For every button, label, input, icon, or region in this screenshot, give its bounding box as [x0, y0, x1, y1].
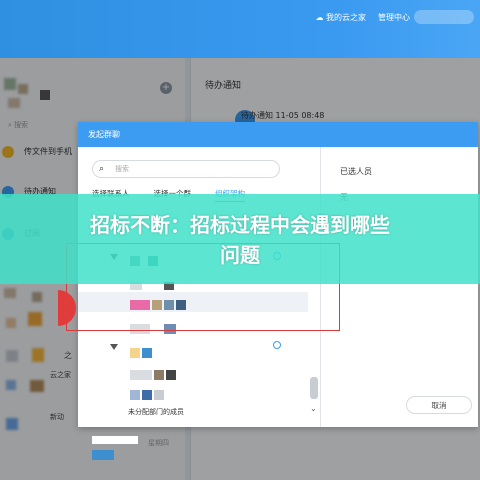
- dialog-search-placeholder: 搜索: [115, 165, 129, 173]
- dialog-title: 发起群聊: [78, 122, 478, 147]
- mosaic-block: [130, 348, 140, 358]
- mosaic-block: [92, 450, 114, 460]
- mosaic-block: [130, 390, 140, 400]
- banner-title: 招标不断：招标过程中会遇到哪些 问题: [30, 210, 450, 270]
- cloud-icon: ☁: [315, 13, 324, 22]
- banner-line-2: 问题: [220, 243, 260, 267]
- mosaic-block: [166, 370, 176, 380]
- mosaic-block: [130, 370, 152, 380]
- cloud-home-label: 我的云之家: [326, 13, 366, 22]
- selected-members-title: 已选人员: [340, 167, 372, 176]
- mosaic-block: [154, 370, 164, 380]
- mosaic-block: [154, 390, 164, 400]
- user-pill[interactable]: [414, 10, 474, 24]
- chevron-down-icon[interactable]: ⌄: [310, 404, 317, 413]
- mosaic-block: [92, 436, 138, 444]
- header-actions: ☁ 我的云之家 管理中心: [315, 12, 410, 23]
- top-bar: ☁ 我的云之家 管理中心: [0, 0, 480, 58]
- mosaic-block: [142, 390, 152, 400]
- tree-scrollbar[interactable]: [310, 377, 318, 399]
- chat-date: 星期四: [148, 439, 169, 447]
- mosaic-block: [142, 348, 152, 358]
- cloud-home-link[interactable]: ☁ 我的云之家: [315, 12, 366, 23]
- select-radio[interactable]: [273, 341, 281, 349]
- search-icon: ⌕: [99, 164, 105, 174]
- admin-center-link[interactable]: 管理中心: [378, 12, 410, 23]
- expand-arrow-icon[interactable]: [110, 344, 118, 350]
- dialog-search-input[interactable]: ⌕ 搜索: [92, 160, 280, 178]
- unassigned-members-label[interactable]: 未分配部门的成员: [128, 407, 184, 417]
- cancel-button[interactable]: 取消: [406, 396, 472, 414]
- banner-line-1: 招标不断：招标过程中会遇到哪些: [90, 213, 390, 237]
